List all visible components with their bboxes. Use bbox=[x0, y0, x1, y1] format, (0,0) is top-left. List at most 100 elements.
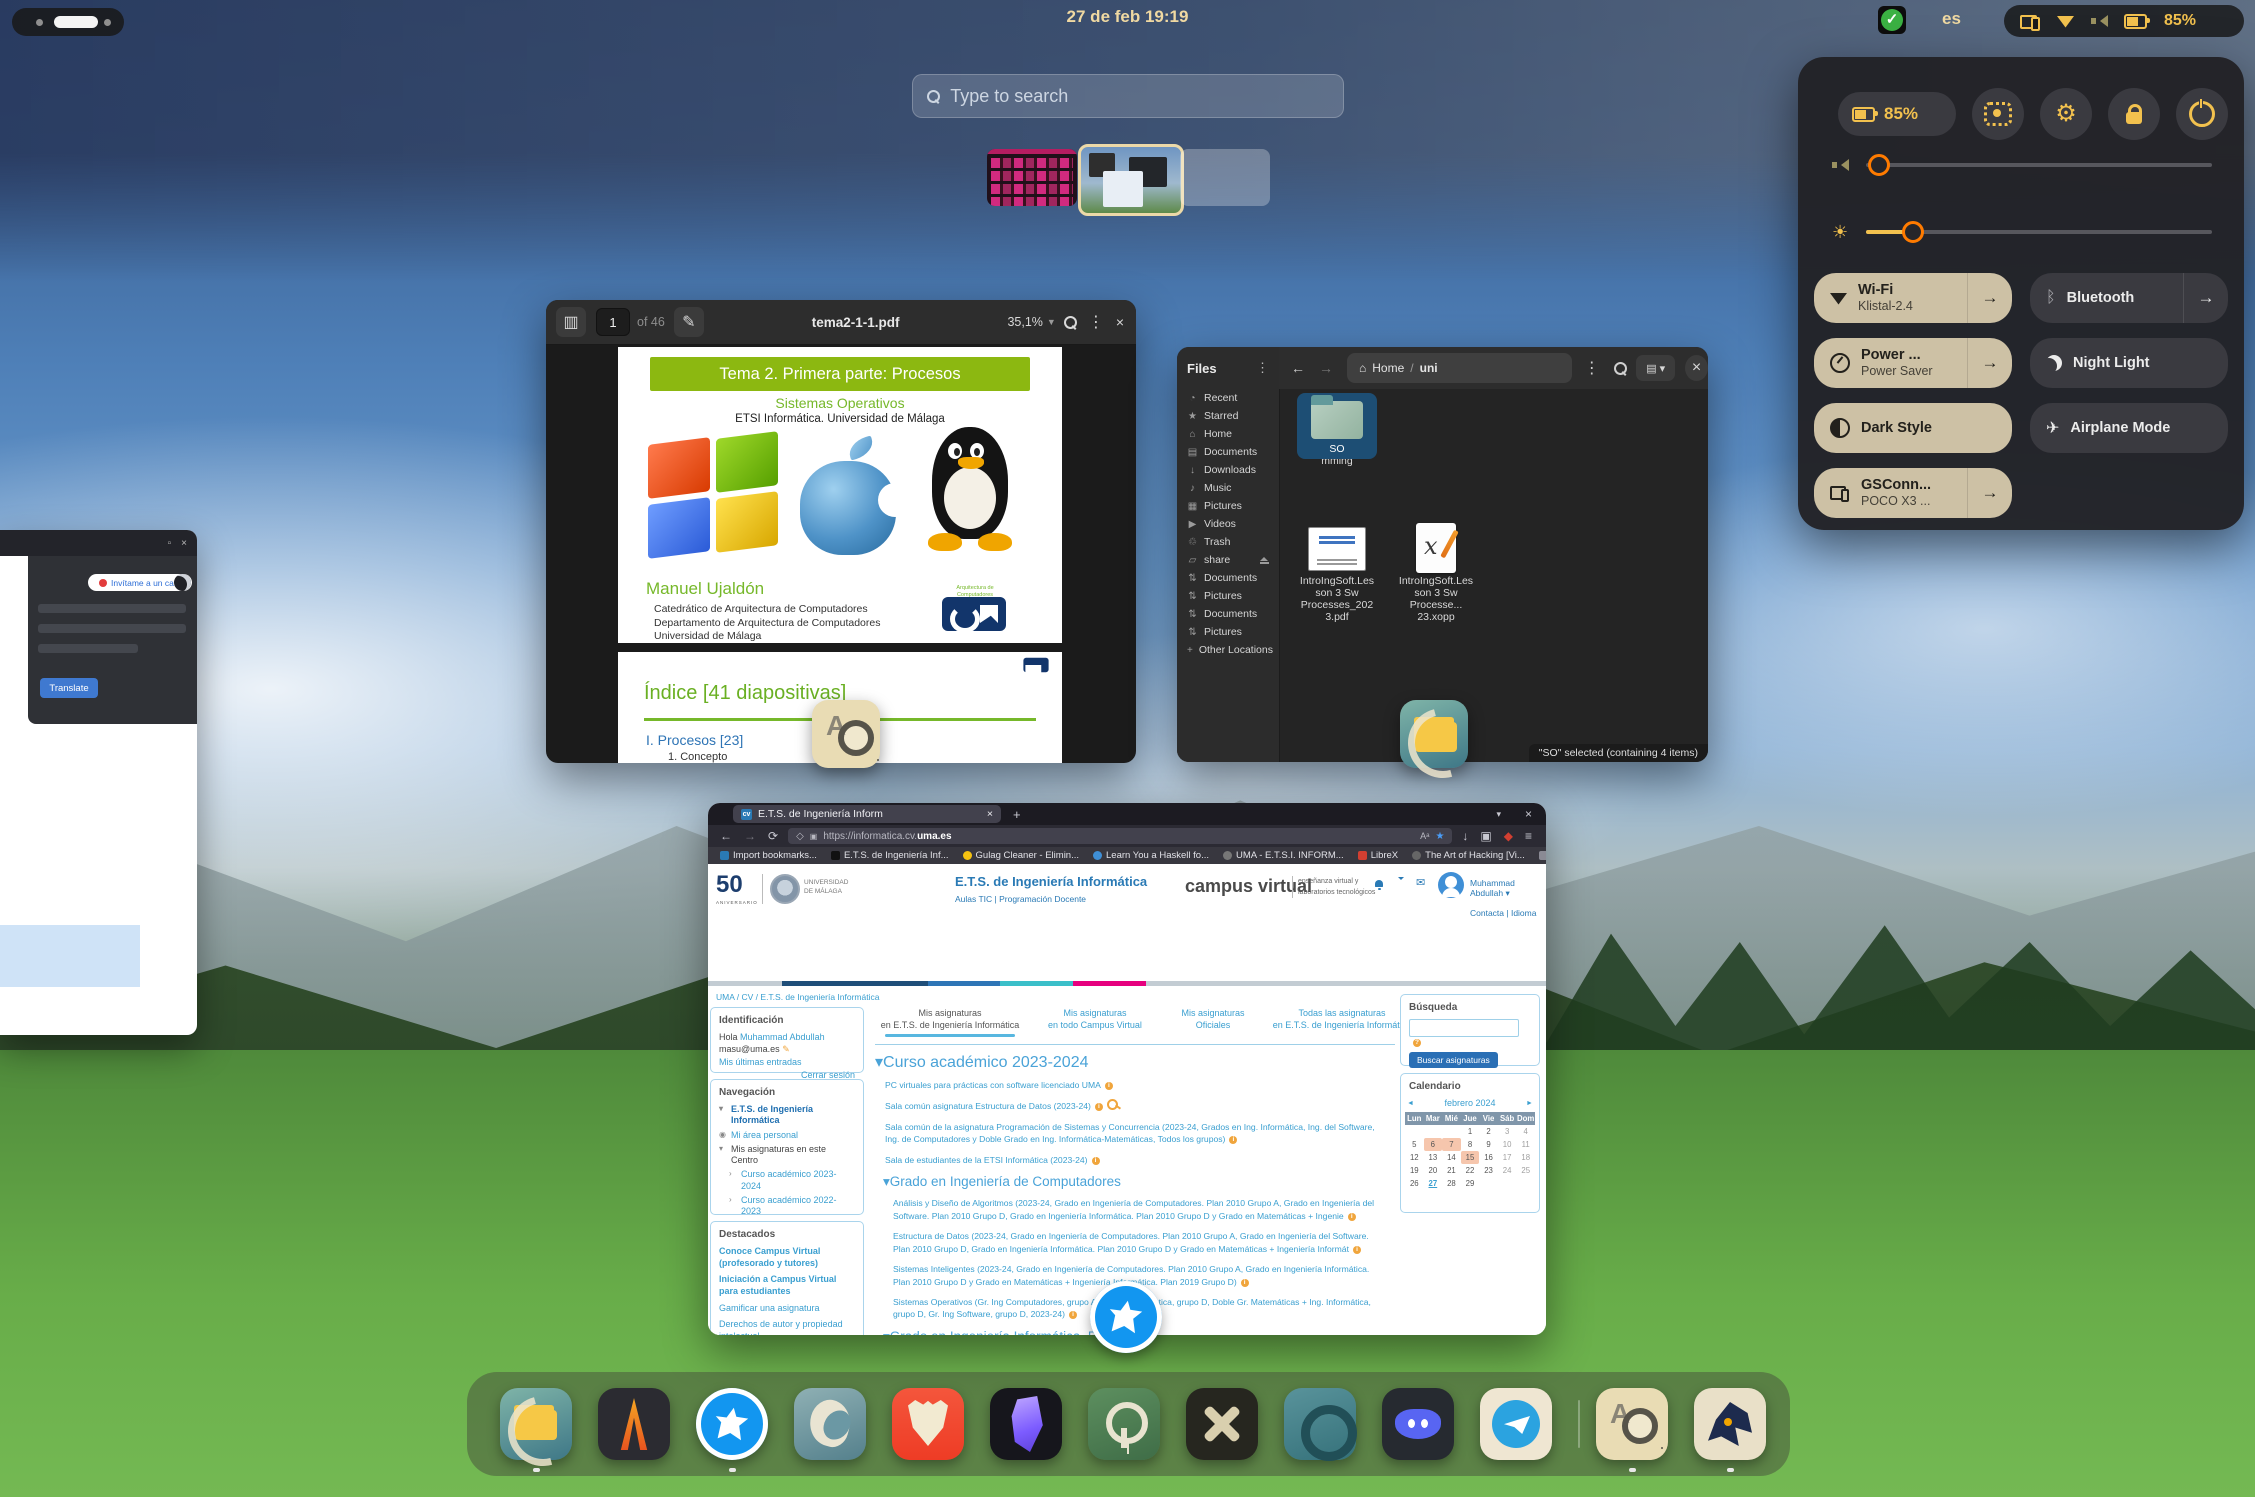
hamburger-menu-icon[interactable]: ≡ bbox=[1525, 829, 1532, 843]
avatar[interactable] bbox=[1438, 872, 1464, 898]
calendar-day[interactable]: 29 bbox=[1461, 1177, 1480, 1190]
arrow-right-icon[interactable]: → bbox=[1967, 338, 2012, 388]
file-tile-xopp[interactable]: IntroIngSoft.Lesson 3 Sw Processe... 23.… bbox=[1396, 519, 1476, 627]
translate-icon[interactable]: Aᵃ bbox=[1420, 831, 1429, 841]
bookmark-item[interactable]: Gulag Cleaner - Elimin... bbox=[963, 850, 1079, 861]
dock-xournalpp-icon[interactable] bbox=[1186, 1388, 1258, 1460]
calendar-day[interactable]: 10 bbox=[1498, 1138, 1517, 1151]
bookmark-item[interactable]: Import bookmarks... bbox=[720, 850, 817, 861]
ublock-icon[interactable]: ◆ bbox=[1504, 829, 1513, 843]
settings-button[interactable]: ⚙ bbox=[2040, 88, 2092, 140]
sidebar-item[interactable]: ⌂ Home bbox=[1177, 425, 1279, 443]
calendar-day[interactable]: 25 bbox=[1516, 1164, 1535, 1177]
librewolf-app-badge-icon[interactable] bbox=[1090, 1281, 1162, 1353]
toggle-bluetooth[interactable]: ᛒ Bluetooth → bbox=[2030, 273, 2228, 323]
volume-slider[interactable] bbox=[1866, 163, 2212, 167]
downloads-icon[interactable]: ↓ bbox=[1462, 829, 1468, 843]
dock-komikku-icon[interactable] bbox=[1694, 1388, 1766, 1460]
course-link[interactable]: Sala común de la asignatura Programación… bbox=[885, 1121, 1397, 1146]
close-icon[interactable]: × bbox=[1685, 355, 1708, 381]
zoom-level[interactable]: 35,1% bbox=[1007, 315, 1042, 329]
path-bar[interactable]: ⌂ Home / uni bbox=[1347, 353, 1572, 383]
info-icon[interactable]: i bbox=[1092, 1157, 1100, 1165]
calendar-day[interactable]: 8 bbox=[1461, 1138, 1480, 1151]
sidebar-item[interactable]: ▦ Pictures bbox=[1177, 497, 1279, 515]
page-number-input[interactable]: 1 bbox=[596, 308, 630, 336]
calendar-day[interactable]: 28 bbox=[1442, 1177, 1461, 1190]
sidebar-item[interactable]: + Other Locations bbox=[1177, 641, 1279, 659]
section-heading[interactable]: ▾Grado en Ingeniería de Computadores bbox=[883, 1174, 1397, 1190]
url-bar[interactable]: ◇ ▣ https://informatica.cv.uma.es Aᵃ ★ bbox=[788, 828, 1452, 844]
sidebar-item[interactable]: ⇅ Documents bbox=[1177, 569, 1279, 587]
search-icon[interactable] bbox=[1614, 362, 1625, 374]
header-links[interactable]: Contacta | Idioma bbox=[1470, 908, 1536, 918]
brightness-slider[interactable] bbox=[1866, 230, 2212, 234]
nav-item[interactable]: ▾ Mis asignaturas en este Centro bbox=[719, 1144, 855, 1167]
calendar-day[interactable]: 27 bbox=[1424, 1177, 1443, 1190]
menu-icon[interactable]: ⋮ bbox=[1584, 358, 1600, 378]
keyboard-layout-indicator[interactable]: es bbox=[1942, 9, 1961, 29]
calendar-day[interactable]: 21 bbox=[1442, 1164, 1461, 1177]
toggle-wifi[interactable]: Wi-FiKlistal-2.4 → bbox=[1814, 273, 2012, 323]
folder-tile[interactable]: SO bbox=[1297, 393, 1377, 459]
nav-item[interactable]: › Curso académico 2023-2024 bbox=[729, 1169, 855, 1192]
browser-tab[interactable]: cv E.T.S. de Ingeniería Inform × bbox=[733, 805, 1001, 823]
dock-papers-icon[interactable] bbox=[1596, 1388, 1668, 1460]
edit-pencil-icon[interactable]: ✎ bbox=[782, 1044, 790, 1054]
calendar-day[interactable]: 20 bbox=[1424, 1164, 1443, 1177]
toggle-airplane-mode[interactable]: ✈ Airplane Mode bbox=[2030, 403, 2228, 453]
calendar-day[interactable] bbox=[1498, 1177, 1517, 1190]
power-button[interactable] bbox=[2176, 88, 2228, 140]
dock-librewolf-icon[interactable] bbox=[696, 1388, 768, 1460]
school-title[interactable]: E.T.S. de Ingeniería Informática bbox=[955, 874, 1147, 889]
info-icon[interactable]: i bbox=[1069, 1311, 1077, 1319]
tab-my-courses-etsi[interactable]: Mis asignaturasen E.T.S. de Ingeniería I… bbox=[875, 1008, 1025, 1031]
mail-icon[interactable]: ✉ bbox=[1416, 876, 1425, 889]
nav-item-label[interactable]: E.T.S. de Ingeniería Informática bbox=[731, 1104, 855, 1127]
eject-icon[interactable] bbox=[1260, 557, 1269, 564]
workspace-thumbnail-1[interactable] bbox=[987, 149, 1077, 206]
browser-window[interactable]: cv E.T.S. de Ingeniería Inform × + ▾ × ←… bbox=[708, 803, 1546, 1335]
close-icon[interactable]: × bbox=[1116, 314, 1124, 330]
dark-mode-toggle-icon[interactable] bbox=[174, 574, 191, 591]
nav-item[interactable]: ◉ Mi área personal bbox=[719, 1130, 855, 1141]
dock-keepassxc-icon[interactable] bbox=[1088, 1388, 1160, 1460]
calendar-day[interactable]: 1 bbox=[1461, 1125, 1480, 1138]
menu-icon[interactable]: ⋮ bbox=[1256, 360, 1269, 376]
calendar-day[interactable]: 14 bbox=[1442, 1151, 1461, 1164]
close-icon[interactable]: × bbox=[181, 538, 187, 549]
sidebar-item[interactable]: ◔ Recent bbox=[1177, 389, 1279, 407]
sidebar-item[interactable]: ⇅ Documents bbox=[1177, 605, 1279, 623]
course-link[interactable]: Análisis y Diseño de Algoritmos (2023-24… bbox=[893, 1197, 1397, 1222]
bookmark-item[interactable]: Learn You a Haskell fo... bbox=[1093, 850, 1209, 861]
bookmark-star-icon[interactable]: ★ bbox=[1435, 831, 1444, 842]
featured-link[interactable]: Iniciación a Campus Virtual para estudia… bbox=[719, 1274, 855, 1297]
sidebar-item[interactable]: ♪ Music bbox=[1177, 479, 1279, 497]
annotate-button[interactable]: ✎ bbox=[674, 307, 704, 337]
dock-brave-icon[interactable] bbox=[892, 1388, 964, 1460]
sidebar-item[interactable]: ▤ Documents bbox=[1177, 443, 1279, 461]
info-icon[interactable]: i bbox=[1241, 1279, 1249, 1287]
search-courses-button[interactable]: Buscar asignaturas bbox=[1409, 1052, 1498, 1068]
bookmark-item[interactable]: UMA - E.T.S.I. INFORM... bbox=[1223, 850, 1344, 861]
featured-link[interactable]: Conoce Campus Virtual (profesorado y tut… bbox=[719, 1246, 855, 1269]
clock[interactable]: 27 de feb 19:19 bbox=[0, 7, 2255, 27]
sidebar-item[interactable]: ▶ Videos bbox=[1177, 515, 1279, 533]
hello-name[interactable]: Muhammad Abdullah bbox=[740, 1032, 825, 1042]
window-close-icon[interactable]: × bbox=[1525, 807, 1532, 821]
calendar-day[interactable]: 13 bbox=[1424, 1151, 1443, 1164]
arrow-right-icon[interactable]: → bbox=[1967, 468, 2012, 518]
info-icon[interactable]: i bbox=[1095, 1103, 1103, 1111]
calendar-day[interactable]: 3 bbox=[1498, 1125, 1517, 1138]
calendar-next-icon[interactable]: ► bbox=[1526, 1100, 1533, 1107]
battery-pill[interactable]: 85% bbox=[1838, 92, 1956, 136]
search-input[interactable] bbox=[948, 85, 1329, 108]
calendar-day[interactable] bbox=[1424, 1125, 1443, 1138]
toggle-night-light[interactable]: Night Light bbox=[2030, 338, 2228, 388]
bookmark-item[interactable]: Free Online Textbooks... bbox=[1539, 850, 1546, 861]
calendar-day[interactable] bbox=[1516, 1177, 1535, 1190]
featured-link[interactable]: Derechos de autor y propiedad intelectua… bbox=[719, 1319, 855, 1335]
calendar-day[interactable]: 18 bbox=[1516, 1151, 1535, 1164]
bookmark-item[interactable]: The Art of Hacking [Vi... bbox=[1412, 850, 1525, 861]
tab-close-icon[interactable]: × bbox=[987, 808, 993, 820]
